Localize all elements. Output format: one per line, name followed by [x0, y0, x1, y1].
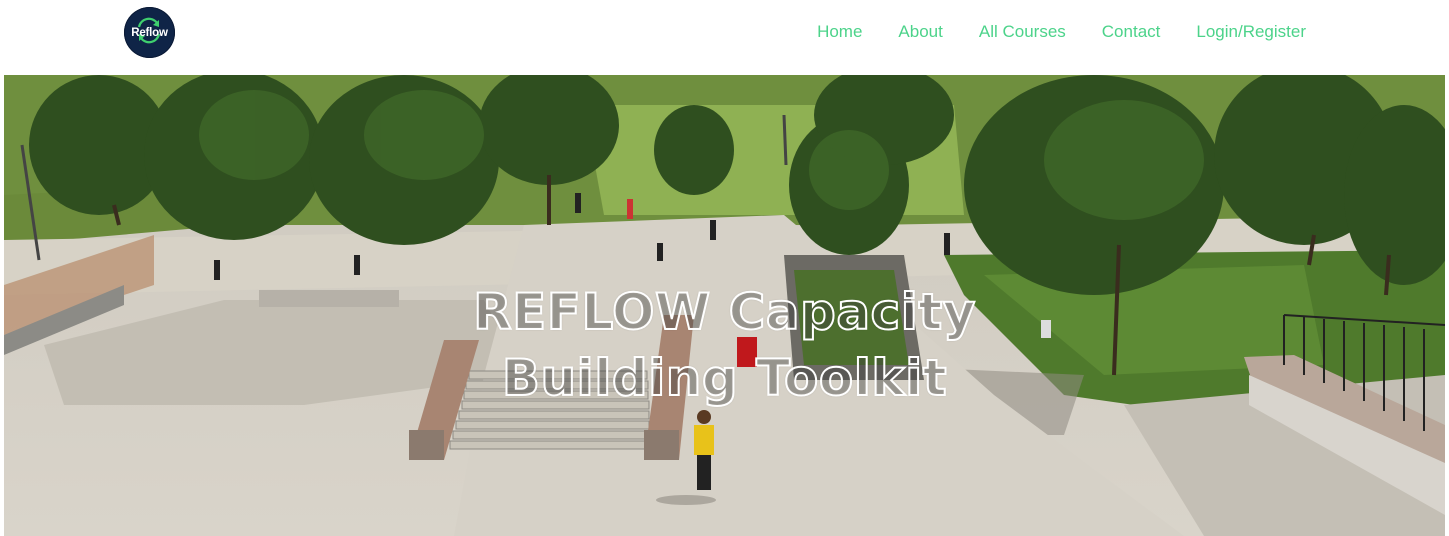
hero-title: REFLOW Capacity Building Toolkit: [4, 279, 1445, 411]
nav-login-register[interactable]: Login/Register: [1196, 22, 1306, 42]
hero-title-line-2: Building Toolkit: [501, 348, 948, 408]
hero-title-line-1: REFLOW Capacity: [472, 282, 976, 342]
logo-text: Reflow: [131, 27, 168, 39]
nav-contact[interactable]: Contact: [1102, 22, 1161, 42]
nav-about[interactable]: About: [898, 22, 942, 42]
nav-all-courses[interactable]: All Courses: [979, 22, 1066, 42]
nav-home[interactable]: Home: [817, 22, 862, 42]
hero-banner: REFLOW Capacity Building Toolkit: [4, 75, 1445, 536]
site-header: Reflow Home About All Courses Contact Lo…: [0, 0, 1449, 75]
reflow-logo[interactable]: Reflow: [124, 7, 175, 58]
main-nav: Home About All Courses Contact Login/Reg…: [817, 20, 1306, 44]
